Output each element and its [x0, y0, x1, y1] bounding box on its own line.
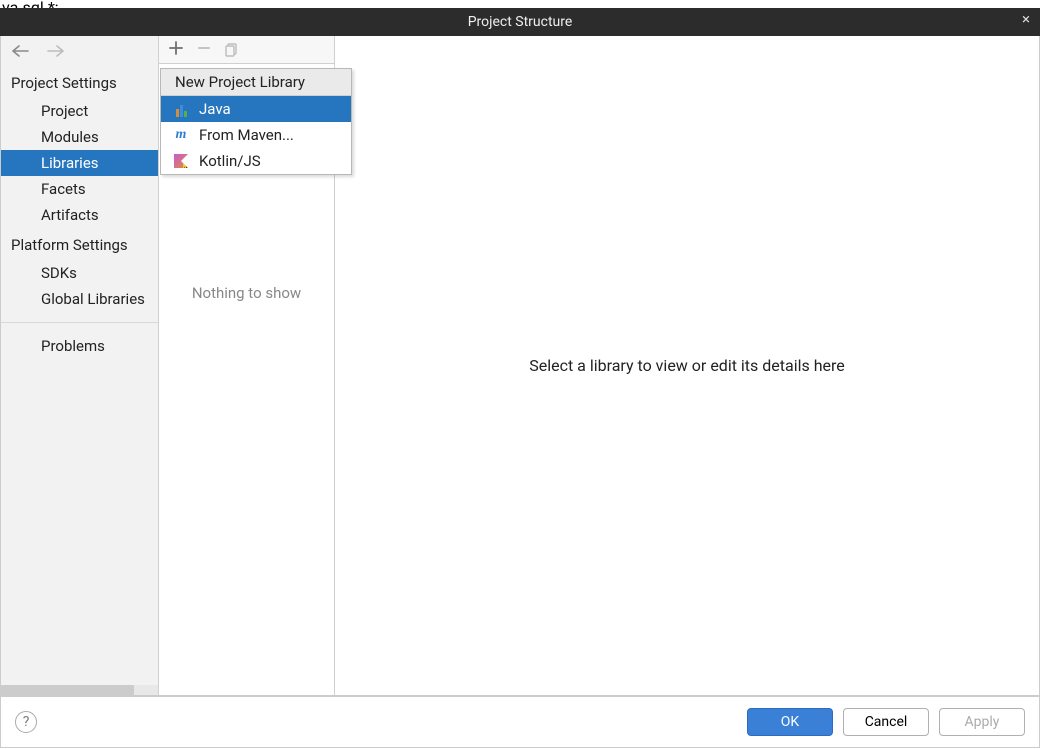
sidebar: Project Settings Project Modules Librari…: [1, 36, 159, 695]
popup-item-label: From Maven...: [199, 126, 294, 144]
popup-item-maven[interactable]: m From Maven...: [161, 122, 351, 148]
new-library-popup: New Project Library Java m From Maven...…: [160, 68, 352, 175]
project-settings-header: Project Settings: [1, 66, 158, 98]
sidebar-item-libraries[interactable]: Libraries: [1, 150, 158, 176]
sidebar-item-sdks[interactable]: SDKs: [1, 260, 158, 286]
close-icon[interactable]: ×: [1022, 12, 1030, 27]
ok-button[interactable]: OK: [747, 708, 833, 736]
detail-placeholder: Select a library to view or edit its det…: [529, 356, 845, 375]
maven-icon: m: [173, 127, 189, 143]
dialog-footer: ? OK Cancel Apply: [0, 696, 1040, 748]
detail-panel: Select a library to view or edit its det…: [335, 36, 1039, 695]
nav-arrows: [1, 36, 158, 66]
sidebar-separator: [1, 322, 158, 323]
back-icon[interactable]: [11, 41, 29, 62]
cancel-button[interactable]: Cancel: [843, 708, 929, 736]
dialog-body: Project Settings Project Modules Librari…: [0, 36, 1040, 696]
background-code-fragment: va.sql.*;: [0, 0, 1040, 8]
sidebar-item-modules[interactable]: Modules: [1, 124, 158, 150]
sidebar-item-global-libraries[interactable]: Global Libraries: [1, 286, 158, 312]
library-toolbar: [159, 36, 334, 64]
java-icon: [173, 101, 189, 117]
popup-item-label: Kotlin/JS: [199, 152, 261, 170]
popup-header: New Project Library: [161, 69, 351, 96]
sidebar-scrollbar[interactable]: [1, 685, 158, 695]
sidebar-scrollbar-thumb[interactable]: [1, 685, 134, 695]
sidebar-item-project[interactable]: Project: [1, 98, 158, 124]
popup-item-label: Java: [199, 100, 231, 118]
platform-settings-header: Platform Settings: [1, 228, 158, 260]
sidebar-item-artifacts[interactable]: Artifacts: [1, 202, 158, 228]
copy-icon: [225, 43, 239, 57]
help-icon[interactable]: ?: [15, 711, 37, 733]
dialog-titlebar: Project Structure ×: [0, 8, 1040, 36]
forward-icon[interactable]: [47, 41, 65, 62]
sidebar-item-facets[interactable]: Facets: [1, 176, 158, 202]
kotlin-icon: [173, 153, 189, 169]
apply-button: Apply: [939, 708, 1025, 736]
popup-item-java[interactable]: Java: [161, 96, 351, 122]
remove-icon: [197, 41, 211, 58]
dialog-title: Project Structure: [468, 14, 573, 30]
add-icon[interactable]: [169, 41, 183, 58]
popup-item-kotlin-js[interactable]: Kotlin/JS: [161, 148, 351, 174]
sidebar-item-problems[interactable]: Problems: [1, 333, 158, 359]
